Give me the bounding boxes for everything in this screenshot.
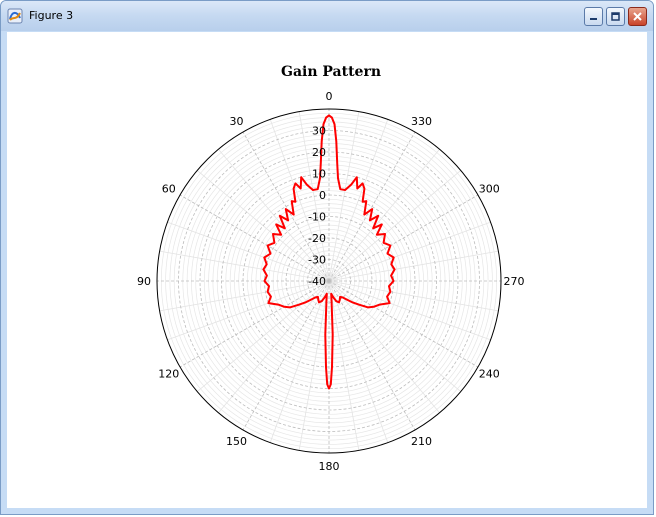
window-title: Figure 3: [29, 9, 74, 22]
r-tick-label: 30: [312, 125, 326, 138]
theta-tick-label: 180: [319, 460, 340, 473]
r-tick-label: -40: [308, 275, 326, 288]
close-icon: [633, 12, 642, 21]
minimize-icon: [590, 18, 597, 20]
theta-tick-label: 60: [162, 183, 176, 196]
chart-title: Gain Pattern: [281, 64, 381, 80]
theta-tick-label: 0: [326, 90, 333, 103]
minimize-button[interactable]: [584, 7, 603, 26]
maximize-button[interactable]: [606, 7, 625, 26]
theta-tick-label: 240: [479, 368, 500, 381]
figure-window: Figure 3 Gain Pattern 0 30 60 90 120 150 180 21…: [0, 0, 654, 515]
theta-tick-label: 330: [411, 115, 432, 128]
title-bar[interactable]: Figure 3: [1, 1, 653, 31]
theta-tick-label: 270: [504, 275, 525, 288]
r-tick-label: -20: [308, 232, 326, 245]
r-tick-label: -10: [308, 211, 326, 224]
polar-grid: [156, 108, 502, 454]
theta-tick-label: 120: [158, 368, 179, 381]
r-tick-label: 20: [312, 146, 326, 159]
r-tick-label: -30: [308, 254, 326, 267]
figure-canvas: Gain Pattern 0 30 60 90 120 150 180 210 240 270 30…: [7, 32, 647, 508]
theta-tick-label: 30: [230, 115, 244, 128]
figure-app-icon: [7, 8, 23, 24]
theta-tick-label: 150: [226, 435, 247, 448]
polar-plot: Gain Pattern 0 30 60 90 120 150 180 210 240 270 30…: [137, 64, 525, 473]
close-button[interactable]: [628, 7, 647, 26]
r-tick-label: 0: [319, 189, 326, 202]
theta-tick-label: 210: [411, 435, 432, 448]
maximize-icon: [611, 12, 620, 21]
r-tick-label: 10: [312, 168, 326, 181]
theta-tick-label: 90: [137, 275, 151, 288]
theta-tick-label: 300: [479, 183, 500, 196]
